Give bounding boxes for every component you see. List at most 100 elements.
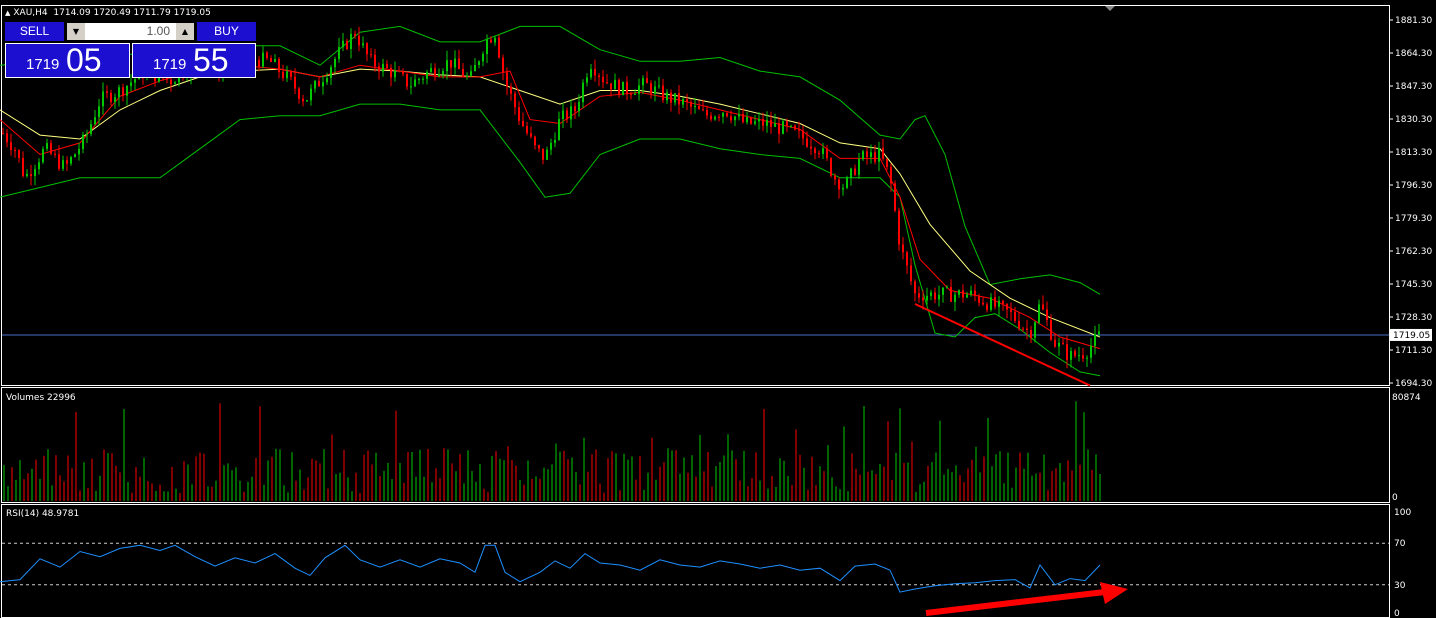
chart-shift-marker[interactable] <box>1105 6 1115 11</box>
chart-canvas: 80874 0 100 70 30 0 1881.30 1864.30 1847.30 183… <box>0 5 1432 618</box>
candle <box>886 158 888 171</box>
candle <box>502 54 504 81</box>
candle <box>450 60 452 76</box>
volume-max-label: 80874 <box>1392 393 1421 403</box>
candle <box>662 79 664 103</box>
candle <box>302 94 304 107</box>
candle-body <box>934 292 936 300</box>
candle-body <box>1090 345 1092 358</box>
buy-price-pips: 55 <box>193 42 229 78</box>
lot-decrease-icon[interactable]: ▼ <box>67 23 85 40</box>
candle-body <box>546 149 548 160</box>
candle <box>90 120 92 137</box>
candle <box>66 156 68 171</box>
candle <box>378 62 380 80</box>
candle-body <box>390 67 392 78</box>
candle <box>342 33 344 52</box>
candle-body <box>966 294 968 298</box>
candle <box>878 141 880 172</box>
candle-body <box>886 158 888 167</box>
candle-body <box>902 244 904 253</box>
candle-body <box>754 121 756 124</box>
candle-body <box>398 70 400 72</box>
candle <box>538 144 540 153</box>
candle-body <box>402 71 404 74</box>
candle <box>710 112 712 122</box>
candle-body <box>18 150 20 158</box>
lot-size-input[interactable]: ▼ 1.00 ▲ <box>67 23 194 40</box>
buy-button[interactable]: BUY <box>197 22 256 41</box>
candle-body <box>6 133 8 143</box>
candle-body <box>70 157 72 164</box>
price-tick-label: 1694.30 <box>1395 379 1432 389</box>
candle <box>590 64 592 80</box>
candle-body <box>278 59 280 72</box>
candle <box>410 76 412 95</box>
candle <box>386 60 388 69</box>
candle <box>766 111 768 133</box>
candle <box>962 284 964 303</box>
candle-body <box>674 93 676 103</box>
candle <box>982 296 984 306</box>
candle-body <box>350 33 352 49</box>
candle-body <box>2 133 4 135</box>
ma-fast-line <box>0 64 1101 350</box>
candle-body <box>514 93 516 108</box>
candle-body <box>170 79 172 85</box>
candle-body <box>470 71 472 76</box>
sell-price-button[interactable]: 1719 05 <box>5 42 130 78</box>
candle <box>366 42 368 62</box>
candle <box>810 138 812 156</box>
volumes-title: Volumes 22996 <box>6 393 76 403</box>
candle <box>598 73 600 87</box>
candle-body <box>786 121 788 126</box>
candle <box>722 111 724 124</box>
candle <box>422 76 424 85</box>
candle <box>918 286 920 303</box>
candle-body <box>438 74 440 77</box>
candle <box>50 139 52 156</box>
candle-body <box>990 297 992 310</box>
buy-price-button[interactable]: 1719 55 <box>132 42 256 78</box>
candle-body <box>986 304 988 310</box>
candle-body <box>734 116 736 121</box>
candle-body <box>814 148 816 154</box>
rsi-panel: 100 70 30 0 <box>0 508 1411 618</box>
candle-body <box>550 142 552 150</box>
candle <box>330 64 332 85</box>
price-tick-label: 1864.30 <box>1395 49 1432 59</box>
candle-body <box>606 82 608 84</box>
candle <box>522 112 524 128</box>
candle <box>798 121 800 139</box>
candle-body <box>554 140 556 143</box>
candle <box>1074 348 1076 358</box>
candle-body <box>258 59 260 67</box>
candle <box>622 81 624 96</box>
candle-body <box>358 35 360 46</box>
rsi-tick-label: 0 <box>1394 609 1400 618</box>
lot-increase-icon[interactable]: ▲ <box>176 23 194 40</box>
candle <box>2 127 4 135</box>
candle <box>746 111 748 125</box>
candle-body <box>30 174 32 177</box>
candle-body <box>906 252 908 266</box>
volume-panel: 80874 0 <box>3 393 1421 503</box>
candle <box>594 59 596 82</box>
candle <box>166 77 168 84</box>
candle-body <box>110 92 112 103</box>
candle-body <box>874 152 876 162</box>
candle-body <box>858 159 860 175</box>
candle-body <box>318 81 320 87</box>
candle-body <box>746 117 748 123</box>
sell-button[interactable]: SELL <box>5 22 64 41</box>
candle <box>106 85 108 99</box>
candle-body <box>1010 309 1012 312</box>
candle-body <box>426 72 428 79</box>
candle-body <box>1042 304 1044 310</box>
candle-body <box>302 98 304 102</box>
candle <box>298 86 300 104</box>
candle-body <box>42 148 44 163</box>
candle-body <box>1030 330 1032 338</box>
candle-body <box>534 136 536 146</box>
lot-size-value[interactable]: 1.00 <box>87 23 174 40</box>
